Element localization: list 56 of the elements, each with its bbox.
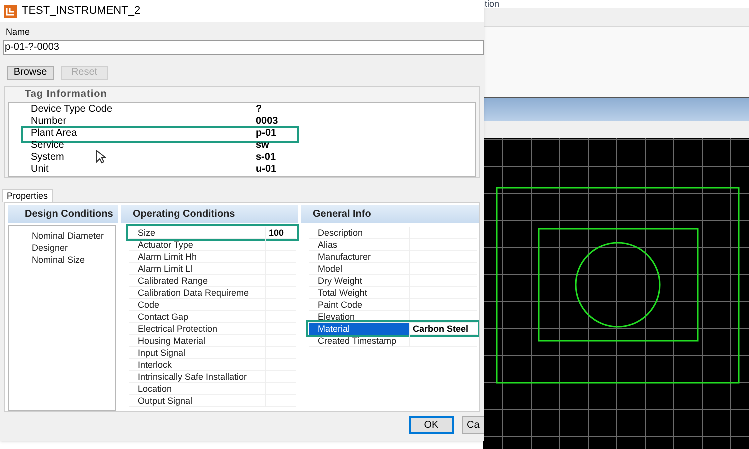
push-button[interactable]: Browse (7, 66, 54, 80)
field-value: p-01 (256, 128, 278, 140)
field-label: Number (31, 116, 67, 128)
property-name[interactable]: Location (129, 382, 265, 394)
name-label: Name (6, 27, 30, 37)
property-name[interactable]: Designer (23, 242, 115, 254)
field-value: s-01 (256, 152, 278, 164)
property-name[interactable]: Nominal Diameter (23, 230, 115, 242)
app-icon (4, 4, 17, 18)
property-name[interactable]: Calibration Data Requireme (129, 286, 265, 298)
property-value[interactable]: Carbon Steel (409, 322, 477, 334)
field-label: Plant Area (31, 128, 78, 140)
property-name[interactable]: Created Timestamp (309, 334, 409, 346)
field-label: Unit (31, 164, 49, 176)
column-header: General Info (301, 205, 479, 223)
property-name[interactable]: Elevation (309, 310, 409, 322)
property-name[interactable]: Alarm Limit Ll (129, 262, 265, 274)
property-name[interactable]: Nominal Size (23, 254, 115, 266)
property-name[interactable]: Description (309, 226, 409, 238)
property-name[interactable]: Input Signal (129, 346, 265, 358)
field-label: Service (31, 140, 64, 152)
name-field[interactable]: p-01-?-0003 (3, 40, 484, 55)
tab[interactable]: Properties (2, 189, 54, 202)
field-value: sw (256, 140, 270, 152)
property-name[interactable]: Housing Material (129, 334, 265, 346)
mouse-cursor-icon (96, 150, 106, 164)
property-name[interactable]: Material (309, 322, 409, 334)
header-text: tion (485, 0, 500, 8)
property-name[interactable]: Intrinsically Safe Installatior (129, 370, 265, 382)
field-label: Device Type Code (31, 104, 113, 116)
property-name[interactable]: Manufacturer (309, 250, 409, 262)
property-name[interactable]: Alarm Limit Hh (129, 250, 265, 262)
dialog-button[interactable]: Ca (462, 416, 484, 434)
column-header: Operating Conditions (121, 205, 298, 223)
property-name[interactable]: Model (309, 262, 409, 274)
property-name[interactable]: Code (129, 298, 265, 310)
property-name[interactable]: Actuator Type (129, 238, 265, 250)
property-name[interactable]: Size (129, 226, 265, 238)
group-title: Tag Information (25, 88, 108, 102)
property-name[interactable]: Interlock (129, 358, 265, 370)
property-name[interactable]: Output Signal (129, 394, 265, 406)
property-name[interactable]: Total Weight (309, 286, 409, 298)
dialog-button[interactable]: OK (409, 416, 454, 434)
column-header: Design Conditions (8, 205, 118, 223)
property-name[interactable]: Alias (309, 238, 409, 250)
field-value: ? (256, 104, 264, 116)
property-name[interactable]: Dry Weight (309, 274, 409, 286)
window-title: TEST_INSTRUMENT_2 (22, 4, 141, 19)
field-value: 0003 (256, 116, 280, 128)
field-label: System (31, 152, 64, 164)
property-name[interactable]: Contact Gap (129, 310, 265, 322)
property-name[interactable]: Electrical Protection (129, 322, 265, 334)
field-value: u-01 (256, 164, 278, 176)
property-name[interactable]: Calibrated Range (129, 274, 265, 286)
property-name[interactable]: Paint Code (309, 298, 409, 310)
property-value[interactable]: 100 (265, 226, 296, 238)
